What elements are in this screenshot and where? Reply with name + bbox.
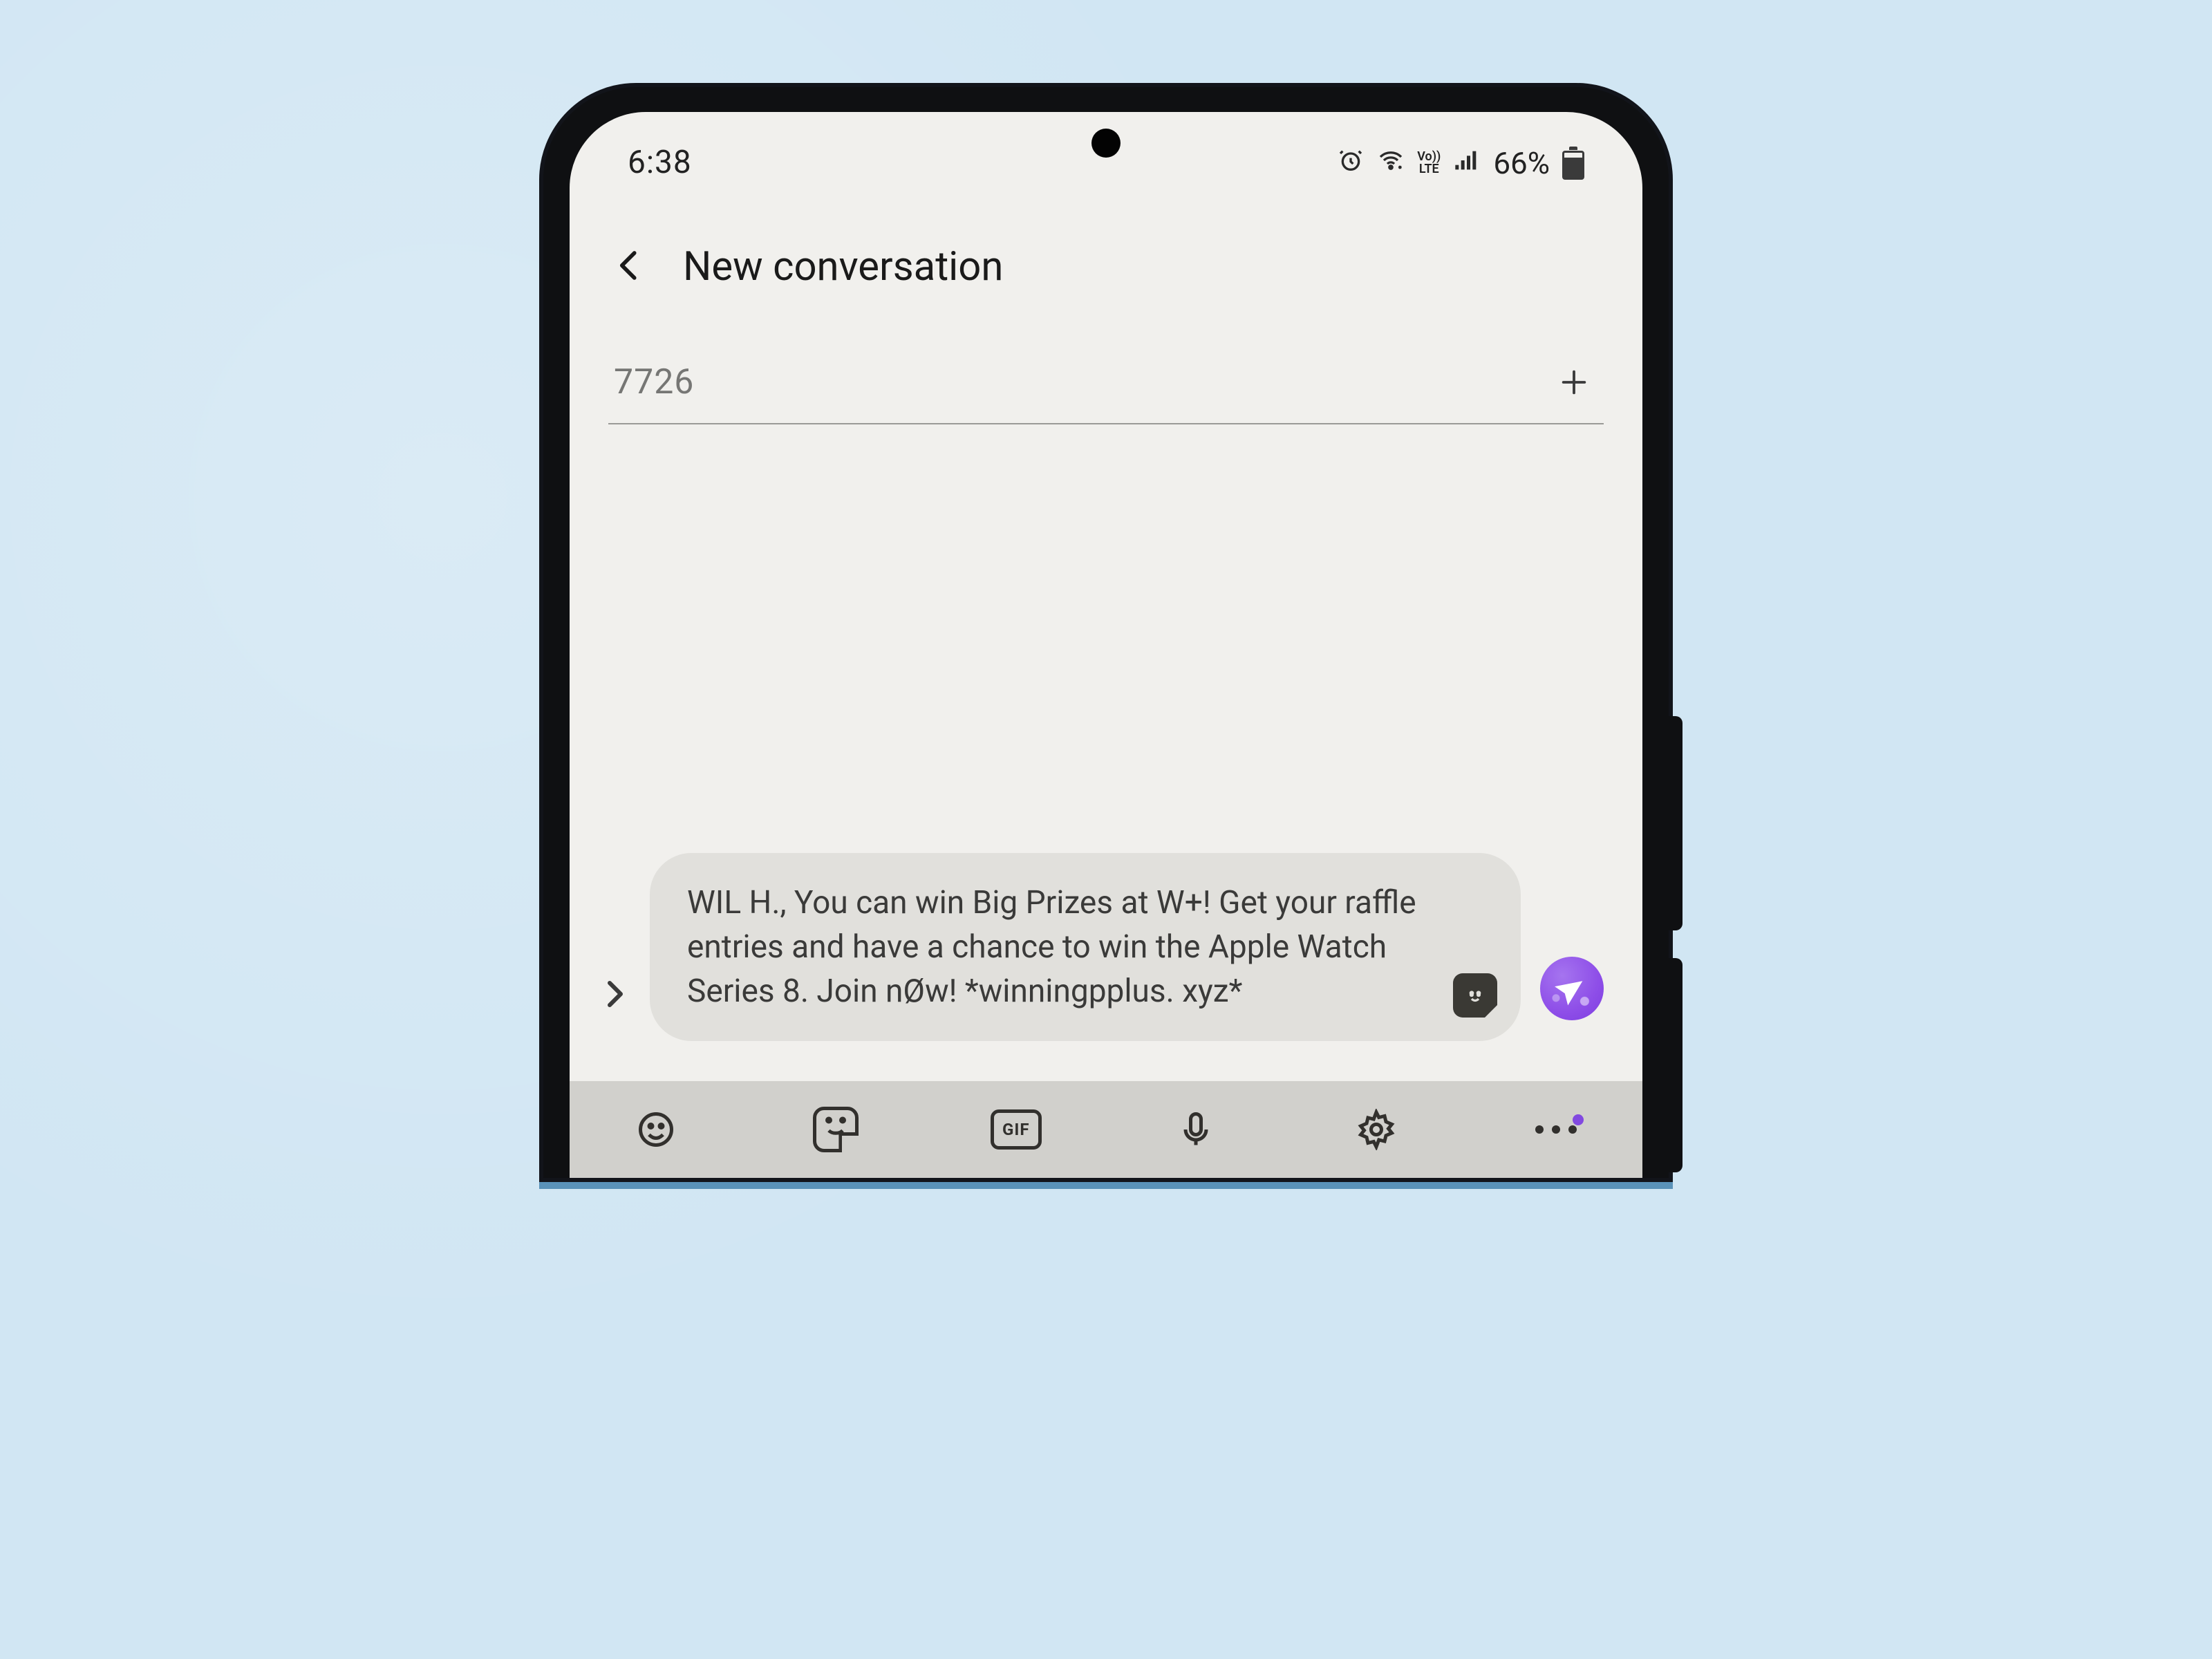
- signal-icon: [1453, 147, 1481, 180]
- send-button[interactable]: [1540, 957, 1604, 1020]
- status-time: 6:38: [628, 144, 692, 181]
- battery-percent: 66%: [1493, 145, 1550, 181]
- voice-input-button[interactable]: [1165, 1098, 1227, 1161]
- emoji-button[interactable]: [625, 1098, 687, 1161]
- message-input[interactable]: WIL H., You can win Big Prizes at W+! Ge…: [650, 853, 1521, 1041]
- recipient-field-row: 7726: [608, 346, 1604, 424]
- recipient-input[interactable]: 7726: [614, 362, 694, 402]
- phone-mockup: 6:38 Vo)) LTE 66%: [525, 83, 1687, 1182]
- wifi-icon: [1377, 147, 1405, 180]
- add-recipient-button[interactable]: [1550, 358, 1598, 406]
- page-title: New conversation: [683, 243, 1003, 290]
- expand-icon[interactable]: [597, 977, 630, 1041]
- sticker-emoji-button[interactable]: ••: [1453, 973, 1497, 1018]
- back-icon[interactable]: [611, 247, 648, 287]
- battery-icon: [1562, 147, 1584, 180]
- phone-side-button: [1665, 716, 1683, 930]
- notification-dot-icon: [1573, 1114, 1584, 1125]
- volte-icon: Vo)) LTE: [1417, 151, 1441, 176]
- keyboard-toolbar: GIF: [570, 1081, 1642, 1178]
- alarm-icon: [1337, 147, 1365, 180]
- gif-button[interactable]: GIF: [985, 1098, 1047, 1161]
- sticker-button[interactable]: [805, 1098, 867, 1161]
- compose-row: WIL H., You can win Big Prizes at W+! Ge…: [570, 853, 1642, 1041]
- app-header: New conversation: [570, 195, 1642, 318]
- more-button[interactable]: [1525, 1098, 1587, 1161]
- settings-button[interactable]: [1345, 1098, 1407, 1161]
- phone-side-button: [1665, 958, 1683, 1172]
- message-text: WIL H., You can win Big Prizes at W+! Ge…: [687, 881, 1445, 1013]
- camera-hole: [1091, 129, 1121, 158]
